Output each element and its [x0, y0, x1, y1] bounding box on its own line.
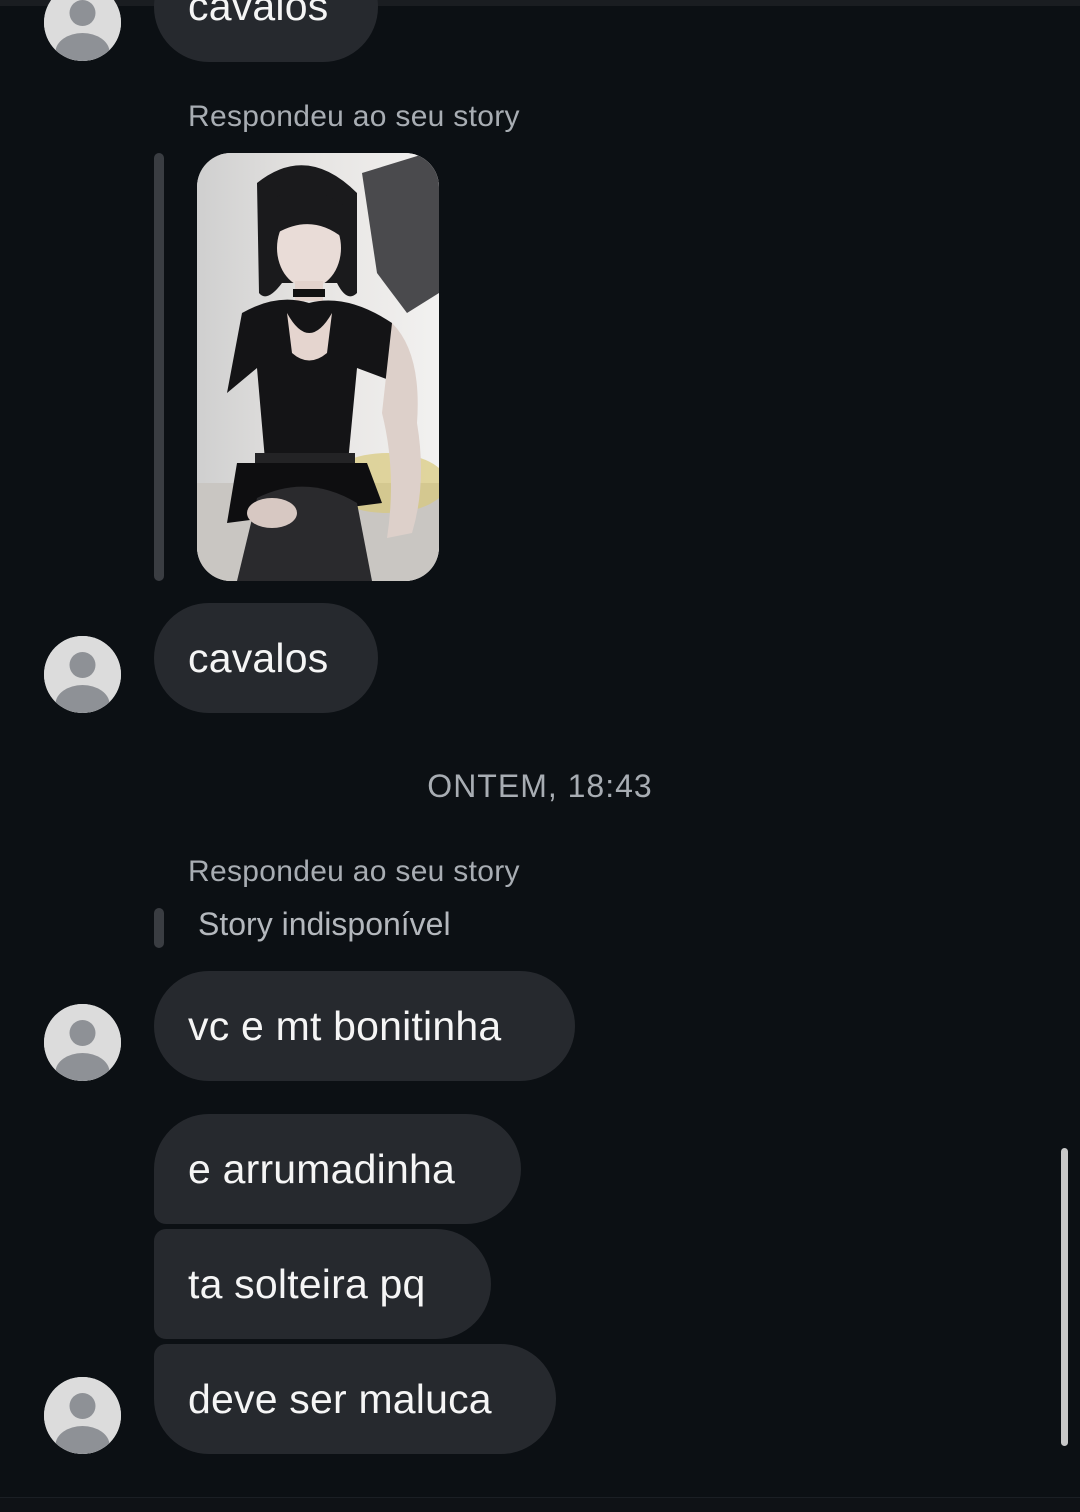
scrollbar[interactable] — [1061, 1148, 1068, 1446]
story-unavailable-text: Story indisponível — [198, 906, 451, 942]
message-bubble[interactable]: deve ser maluca — [154, 1344, 556, 1454]
message-text: vc e mt bonitinha — [188, 1002, 502, 1049]
reply-quote-bar — [154, 908, 164, 948]
message-text: e arrumadinha — [188, 1145, 455, 1192]
story-photo-icon — [197, 153, 439, 581]
default-avatar-icon — [44, 1004, 121, 1081]
message-bubble[interactable]: cavalos — [154, 603, 378, 713]
sender-avatar[interactable] — [44, 1004, 121, 1081]
bottom-divider — [0, 1497, 1080, 1512]
reply-quote-bar — [154, 153, 164, 581]
default-avatar-icon — [44, 636, 121, 713]
message-text: ta solteira pq — [188, 1260, 426, 1307]
message-bubble[interactable]: ta solteira pq — [154, 1229, 491, 1339]
message-bubble[interactable]: e arrumadinha — [154, 1114, 521, 1224]
story-thumbnail[interactable] — [197, 153, 439, 581]
timestamp-divider: ONTEM, 18:43 — [427, 768, 653, 804]
message-bubble[interactable]: cavalos — [154, 0, 378, 62]
message-text: deve ser maluca — [188, 1375, 492, 1422]
message-bubble[interactable]: vc e mt bonitinha — [154, 971, 575, 1081]
sender-avatar[interactable] — [44, 0, 121, 61]
reply-context-label: Respondeu ao seu story — [188, 855, 520, 888]
reply-context-label: Respondeu ao seu story — [188, 100, 520, 133]
message-text: cavalos — [188, 0, 329, 29]
sender-avatar[interactable] — [44, 636, 121, 713]
default-avatar-icon — [44, 0, 121, 61]
message-text: cavalos — [188, 634, 329, 681]
default-avatar-icon — [44, 1377, 121, 1454]
sender-avatar[interactable] — [44, 1377, 121, 1454]
